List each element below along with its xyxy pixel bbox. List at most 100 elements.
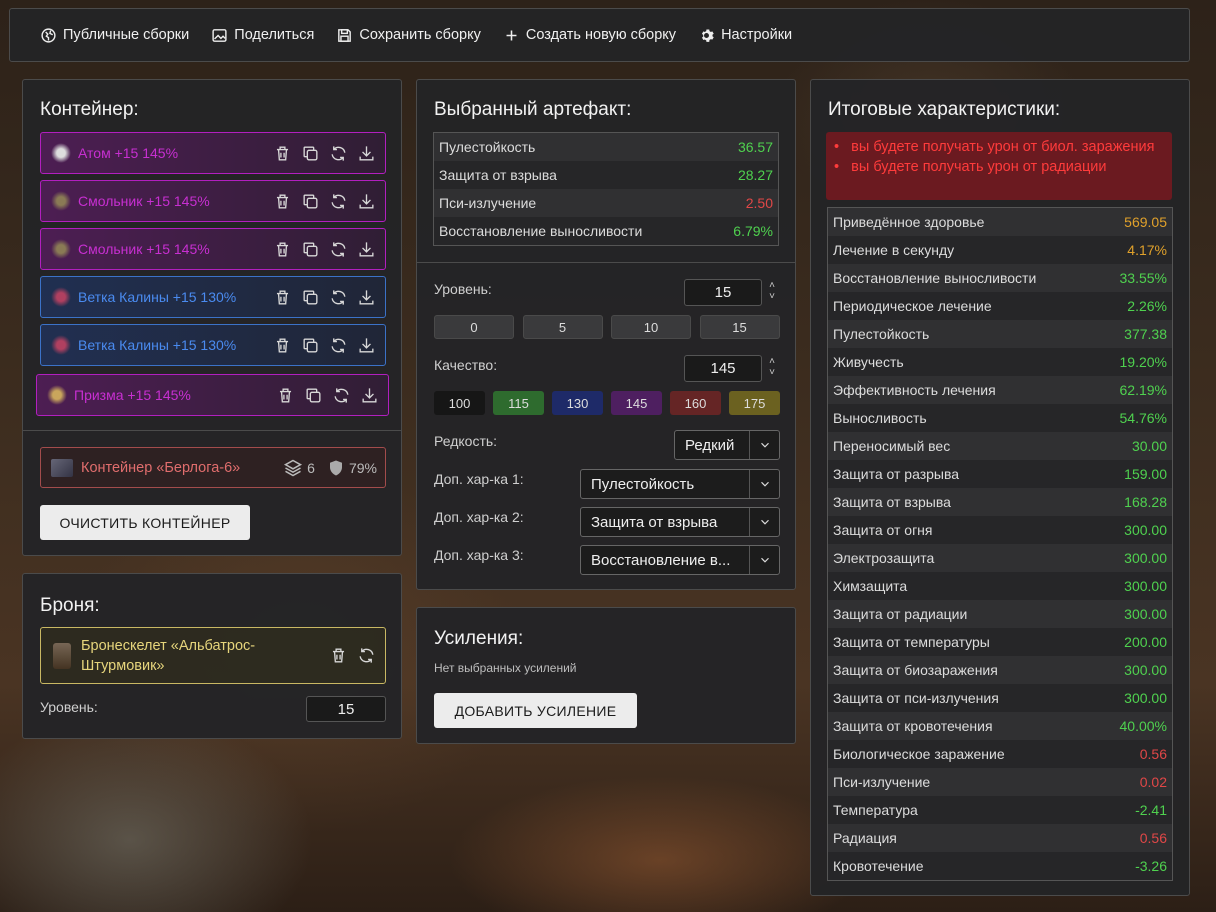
quality-preset-button[interactable]: 100	[434, 391, 485, 415]
quality-preset-button[interactable]: 175	[729, 391, 780, 415]
stat-row: Периодическое лечение 2.26%	[828, 292, 1172, 320]
swap-icon[interactable]	[329, 336, 348, 355]
stat-value: 569.05	[1124, 214, 1167, 230]
artifact-row[interactable]: Смольник +15 145%	[40, 228, 386, 270]
stat-value: 300.00	[1124, 662, 1167, 678]
trash-icon[interactable]	[273, 144, 292, 163]
stat-label: Периодическое лечение	[833, 298, 992, 314]
swap-icon[interactable]	[329, 240, 348, 259]
warnings-box: • вы будете получать урон от биол. зараж…	[826, 132, 1172, 200]
artifact-actions	[276, 386, 379, 405]
copy-icon[interactable]	[304, 386, 323, 405]
warning-text: вы будете получать урон от биол. заражен…	[851, 139, 1155, 155]
stat-value: 168.28	[1124, 494, 1167, 510]
rarity-select[interactable]: Редкий	[674, 430, 780, 460]
stat-value: 0.56	[1139, 830, 1167, 846]
artifact-name: Ветка Калины +15 130%	[78, 337, 237, 353]
level-label: Уровень:	[434, 281, 492, 297]
copy-icon[interactable]	[301, 240, 320, 259]
artifact-row[interactable]: Ветка Калины +15 130%	[40, 324, 386, 366]
settings-button[interactable]: Настройки	[698, 27, 792, 44]
trash-icon[interactable]	[273, 336, 292, 355]
container-title: Контейнер:	[40, 99, 139, 120]
swap-icon[interactable]	[329, 288, 348, 307]
artifact-row[interactable]: Ветка Калины +15 130%	[40, 276, 386, 318]
container-protection: 79%	[348, 459, 377, 476]
stat-value: 62.19%	[1119, 382, 1167, 398]
artifact-row[interactable]: Смольник +15 145%	[40, 180, 386, 222]
trash-icon[interactable]	[276, 386, 295, 405]
level-preset-button[interactable]: 15	[699, 315, 780, 339]
quality-preset-button[interactable]: 130	[552, 391, 603, 415]
quality-input[interactable]: 145	[684, 355, 762, 382]
floppy-disk-icon	[338, 28, 352, 42]
quality-preset-button[interactable]: 160	[670, 391, 721, 415]
download-icon[interactable]	[357, 144, 376, 163]
public-builds-button[interactable]: Публичные сборки	[40, 27, 189, 44]
quality-preset-button[interactable]: 115	[493, 391, 544, 415]
settings-label: Настройки	[721, 27, 793, 43]
level-input[interactable]: 15	[684, 279, 762, 306]
download-icon[interactable]	[357, 288, 376, 307]
copy-icon[interactable]	[301, 144, 320, 163]
clear-container-button[interactable]: ОЧИСТИТЬ КОНТЕЙНЕР	[40, 505, 250, 540]
quality-spinner[interactable]: ˄ ˅	[767, 356, 777, 378]
share-button[interactable]: Поделиться	[211, 27, 314, 44]
stat-row: Восстановление выносливости 33.55%	[828, 264, 1172, 292]
totals-stats: Приведённое здоровье 569.05 Лечение в секу…	[827, 207, 1173, 881]
armor-level-label: Уровень:	[40, 699, 98, 715]
trash-icon[interactable]	[273, 192, 292, 211]
quality-preset-button[interactable]: 145	[611, 391, 662, 415]
artifact-row[interactable]: Призма +15 145%	[36, 374, 389, 416]
stat-label: Лечение в секунду	[833, 242, 955, 258]
extra1-select[interactable]: Пулестойкость	[580, 469, 780, 499]
new-build-button[interactable]: Создать новую сборку	[503, 27, 676, 44]
artifact-row[interactable]: Атом +15 145%	[40, 132, 386, 174]
stat-label: Защита от разрыва	[833, 466, 960, 482]
rarity-label: Редкость:	[434, 433, 498, 449]
artifact-icon	[51, 191, 71, 211]
download-icon[interactable]	[357, 336, 376, 355]
copy-icon[interactable]	[301, 192, 320, 211]
totals-panel: Итоговые характеристики: • вы будете пол…	[810, 79, 1190, 896]
extra2-select[interactable]: Защита от взрыва	[580, 507, 780, 537]
level-preset-button[interactable]: 0	[434, 315, 514, 339]
trash-icon[interactable]	[273, 240, 292, 259]
level-preset-button[interactable]: 5	[522, 315, 603, 339]
stat-label: Химзащита	[833, 578, 908, 594]
download-icon[interactable]	[357, 192, 376, 211]
armor-level-input[interactable]: 15	[306, 696, 386, 722]
stat-label: Пулестойкость	[833, 326, 930, 342]
swap-icon[interactable]	[357, 646, 376, 665]
container-item[interactable]: Контейнер «Берлога-6» 6 79%	[40, 447, 386, 488]
level-preset-button[interactable]: 10	[611, 315, 691, 339]
copy-icon[interactable]	[301, 288, 320, 307]
stat-label: Защита от взрыва	[439, 167, 557, 183]
stat-label: Пси-излучение	[833, 774, 931, 790]
stat-value: 30.00	[1131, 438, 1167, 454]
stat-row: Кровотечение -3.26	[828, 852, 1172, 880]
add-boost-button[interactable]: ДОБАВИТЬ УСИЛЕНИЕ	[434, 693, 637, 728]
stat-row: Защита от пси-излучения 300.00	[828, 684, 1172, 712]
artifact-icon	[51, 287, 71, 307]
artifact-icon	[51, 335, 71, 355]
stat-value: -3.26	[1135, 858, 1167, 874]
stat-row: Электрозащита 300.00	[828, 544, 1172, 572]
stat-value: 36.57	[737, 139, 773, 155]
swap-icon[interactable]	[329, 144, 348, 163]
copy-icon[interactable]	[301, 336, 320, 355]
download-icon[interactable]	[360, 386, 379, 405]
swap-icon[interactable]	[332, 386, 351, 405]
stat-value: 19.20%	[1119, 354, 1167, 370]
armor-item[interactable]: Бронескелет «Альбатрос-Штурмовик»	[40, 627, 386, 684]
stat-row: Живучесть 19.20%	[828, 348, 1172, 376]
download-icon[interactable]	[357, 240, 376, 259]
swap-icon[interactable]	[329, 192, 348, 211]
artifact-name: Смольник +15 145%	[78, 193, 210, 209]
trash-icon[interactable]	[273, 288, 292, 307]
level-spinner[interactable]: ˄ ˅	[767, 280, 777, 302]
trash-icon[interactable]	[329, 646, 348, 665]
save-build-label: Сохранить сборку	[359, 27, 481, 43]
save-build-button[interactable]: Сохранить сборку	[336, 27, 481, 44]
extra3-select[interactable]: Восстановление в...	[580, 545, 780, 575]
